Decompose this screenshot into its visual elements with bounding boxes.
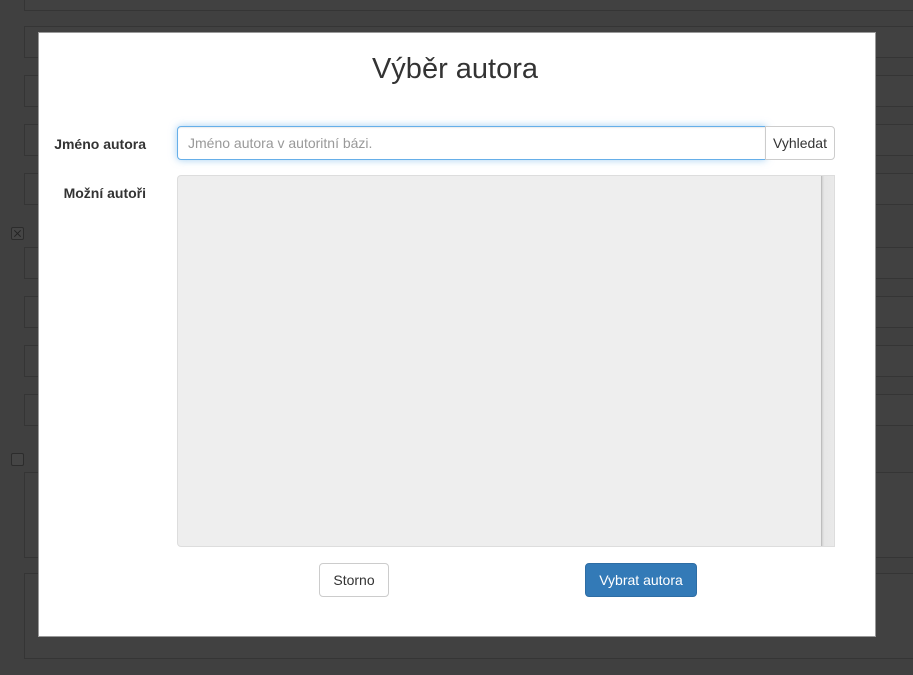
author-selection-dialog: Výběr autora Jméno autora Vyhledat Možní… <box>38 32 876 637</box>
cancel-button[interactable]: Storno <box>319 563 389 597</box>
possible-authors-list[interactable] <box>177 175 835 547</box>
author-name-label: Jméno autora <box>54 136 146 152</box>
dialog-title: Výběr autora <box>371 53 539 85</box>
authors-list-scrollbar[interactable] <box>821 176 834 546</box>
author-name-input[interactable] <box>177 126 766 160</box>
background-row <box>24 0 913 11</box>
search-button[interactable]: Vyhledat <box>765 126 835 160</box>
background-checkbox-icon <box>11 227 24 240</box>
select-author-button[interactable]: Vybrat autora <box>585 563 697 597</box>
possible-authors-label: Možní autoři <box>63 185 146 201</box>
background-checkbox-icon <box>11 453 24 466</box>
